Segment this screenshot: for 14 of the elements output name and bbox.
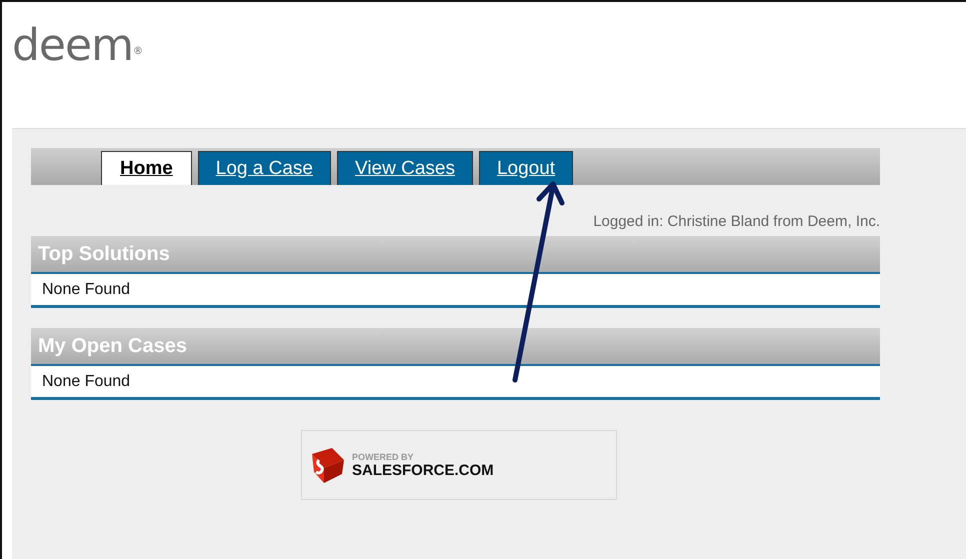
nav-tab[interactable]: View Cases	[336, 151, 473, 185]
section-header: Top Solutions	[31, 236, 880, 274]
nav-tab[interactable]: Home	[101, 151, 192, 185]
salesforce-wordmark: SALESFORCE.COM	[352, 462, 494, 478]
section-body: None Found	[31, 366, 880, 400]
nav-tab[interactable]: Logout	[478, 151, 574, 185]
section-header: My Open Cases	[31, 328, 880, 366]
powered-by-text: POWERED BY	[352, 452, 415, 462]
powered-by-badge[interactable]: POWERED BY SALESFORCE.COM	[301, 430, 617, 500]
deem-logo: deem$^{®}$	[12, 22, 142, 70]
cube-logo-icon	[310, 446, 346, 484]
section-body: None Found	[31, 274, 880, 308]
logged-in-text: Logged in: Christine Bland from Deem, Inc.	[593, 213, 880, 230]
nav-tab[interactable]: Log a Case	[198, 151, 331, 185]
